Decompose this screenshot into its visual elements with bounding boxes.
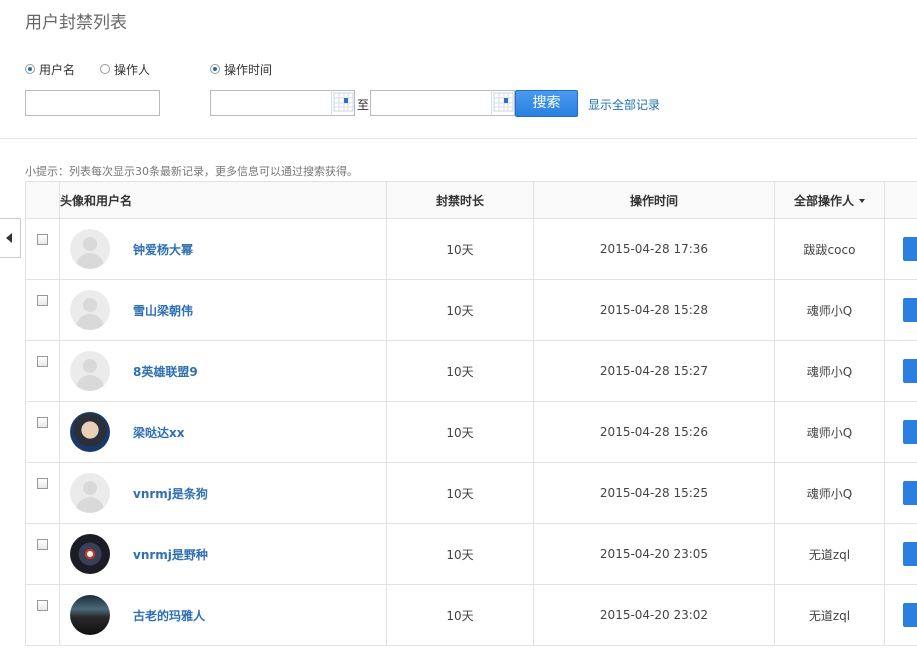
operator-cell: 魂师小Q [774,462,885,524]
username-link[interactable]: 8英雄联盟9 [133,363,198,380]
duration-cell: 10天 [386,340,534,402]
action-header [884,181,917,219]
row-action-button[interactable] [903,481,917,505]
row-checkbox[interactable] [37,295,48,306]
header-time: 操作时间 [533,181,775,219]
ban-list-table: 头像和用户名 封禁时长 操作时间 全部操作人 钟爱杨大幂 10天 2015-04… [25,181,917,646]
radio-label: 操作人 [114,62,151,77]
duration-cell: 10天 [386,584,534,646]
user-photo-avatar [70,595,110,635]
calendar-icon[interactable] [331,90,355,116]
checkbox-header [25,181,60,219]
time-cell: 2015-04-28 17:36 [533,218,775,280]
table-row: 古老的玛雅人 10天 2015-04-20 23:02 无道zql [25,584,917,646]
search-button[interactable]: 搜索 [515,90,578,117]
table-row: vnrmj是野种 10天 2015-04-20 23:05 无道zql [25,523,917,585]
user-photo-avatar [70,412,110,452]
row-checkbox[interactable] [37,417,48,428]
user-photo-avatar [70,534,110,574]
duration-cell: 10天 [386,218,534,280]
time-cell: 2015-04-28 15:28 [533,279,775,341]
row-checkbox[interactable] [37,234,48,245]
username-input[interactable] [25,90,160,116]
default-avatar-icon [70,473,110,513]
table-header-row: 头像和用户名 封禁时长 操作时间 全部操作人 [25,181,917,219]
row-action-button[interactable] [903,603,917,627]
username-link[interactable]: 钟爱杨大幂 [133,241,193,258]
radio-button-icon[interactable] [210,64,220,74]
operator-cell: 无道zql [774,523,885,585]
radio-operate-time[interactable]: 操作时间 [210,61,272,77]
dropdown-arrow-icon[interactable] [859,199,865,203]
operator-cell: 魂师小Q [774,279,885,341]
operator-cell: 魂师小Q [774,340,885,402]
to-label: 至 [357,98,370,112]
row-checkbox[interactable] [37,478,48,489]
table-row: 梁哒达xx 10天 2015-04-28 15:26 魂师小Q [25,401,917,463]
default-avatar-icon [70,290,110,330]
operator-cell: 跋跋coco [774,218,885,280]
username-link[interactable]: vnrmj是条狗 [133,485,208,502]
username-link[interactable]: 古老的玛雅人 [133,607,205,624]
duration-cell: 10天 [386,279,534,341]
row-action-button[interactable] [903,542,917,566]
username-link[interactable]: vnrmj是野种 [133,546,208,563]
default-avatar-icon [70,229,110,269]
header-operator-label: 全部操作人 [793,193,854,208]
time-cell: 2015-04-28 15:26 [533,401,775,463]
table-row: 钟爱杨大幂 10天 2015-04-28 17:36 跋跋coco [25,218,917,280]
row-checkbox[interactable] [37,539,48,550]
row-action-button[interactable] [903,237,917,261]
radio-operator[interactable]: 操作人 [100,61,150,77]
username-link[interactable]: 梁哒达xx [133,424,184,441]
radio-label: 用户名 [39,62,76,77]
header-operator[interactable]: 全部操作人 [774,181,885,219]
duration-cell: 10天 [386,523,534,585]
table-row: 雪山梁朝伟 10天 2015-04-28 15:28 魂师小Q [25,279,917,341]
radio-username[interactable]: 用户名 [25,61,75,77]
radio-label: 操作时间 [224,62,273,77]
row-checkbox[interactable] [37,600,48,611]
time-cell: 2015-04-28 15:25 [533,462,775,524]
row-action-button[interactable] [903,359,917,383]
header-user: 头像和用户名 [59,181,387,219]
operator-cell: 魂师小Q [774,401,885,463]
operator-cell: 无道zql [774,584,885,646]
default-avatar-icon [70,351,110,391]
collapse-sidebar-button[interactable] [0,218,21,258]
calendar-icon[interactable] [491,90,515,116]
radio-button-icon[interactable] [100,64,110,74]
time-cell: 2015-04-28 15:27 [533,340,775,402]
table-row: 8英雄联盟9 10天 2015-04-28 15:27 魂师小Q [25,340,917,402]
table-row: vnrmj是条狗 10天 2015-04-28 15:25 魂师小Q [25,462,917,524]
row-action-button[interactable] [903,298,917,322]
page-title: 用户封禁列表 [25,13,127,33]
time-cell: 2015-04-20 23:05 [533,523,775,585]
header-duration: 封禁时长 [386,181,534,219]
chevron-left-icon [6,233,12,243]
time-cell: 2015-04-20 23:02 [533,584,775,646]
duration-cell: 10天 [386,462,534,524]
show-all-records-link[interactable]: 显示全部记录 [588,96,660,113]
duration-cell: 10天 [386,401,534,463]
row-checkbox[interactable] [37,356,48,367]
radio-button-icon[interactable] [25,64,35,74]
divider [0,138,917,139]
username-link[interactable]: 雪山梁朝伟 [133,302,193,319]
tip-text: 小提示：列表每次显示30条最新记录，更多信息可以通过搜索获得。 [25,165,358,178]
row-action-button[interactable] [903,420,917,444]
